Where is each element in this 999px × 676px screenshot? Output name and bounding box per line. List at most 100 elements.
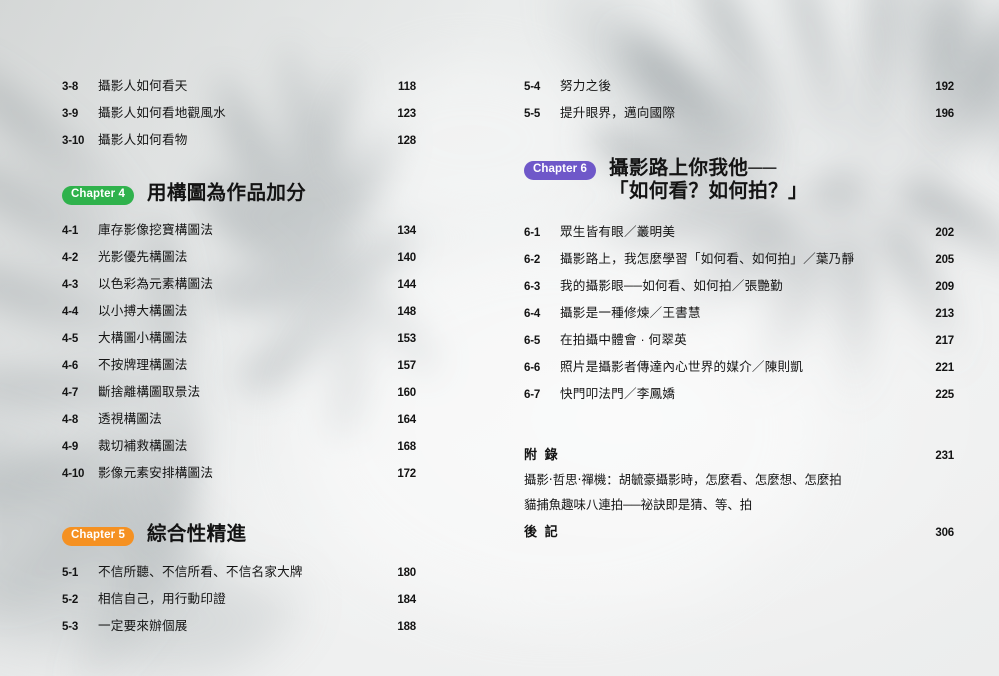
- toc-entry[interactable]: 6-1 眾生皆有眼／叢明美 202: [524, 226, 999, 240]
- entry-number: 4-4: [62, 306, 79, 319]
- appendix-line[interactable]: 貓捕魚趣味八連拍──祕訣即是猜、等、拍: [524, 498, 999, 513]
- appendix-heading-row[interactable]: 附 錄 231: [524, 448, 999, 463]
- entry-number: 5-2: [62, 593, 79, 606]
- appendix-line[interactable]: 攝影‧哲思‧禪機：胡毓豪攝影時，怎麼看、怎麼想、怎麼拍: [524, 474, 999, 487]
- entry-page: 144: [397, 279, 416, 292]
- entry-group-chapter3-continued: 3-8 攝影人如何看天 118 3-9 攝影人如何看地觀風水 123 3-10 …: [62, 80, 500, 148]
- entry-title: 庫存影像挖寶構圖法: [98, 223, 214, 238]
- entry-number: 5-1: [62, 566, 79, 579]
- toc-entry[interactable]: 3-10 攝影人如何看物 128: [62, 134, 500, 148]
- toc-entry[interactable]: 6-3 我的攝影眼──如何看、如何拍／張艷勤 209: [524, 280, 999, 294]
- entry-number: 6-1: [524, 227, 541, 240]
- entry-number: 4-10: [62, 468, 85, 481]
- entry-title: 透視構圖法: [98, 412, 162, 427]
- chapter-heading-5[interactable]: Chapter 5 綜合性精進: [62, 523, 500, 547]
- toc-entry[interactable]: 6-5 在拍攝中體會 · 何翠英 217: [524, 334, 999, 348]
- chapter-badge-4: Chapter 4: [62, 185, 134, 205]
- toc-entry[interactable]: 4-5 大構圖小構圖法 153: [62, 332, 500, 346]
- entry-title: 以小搏大構圖法: [98, 304, 188, 319]
- entry-title: 不按牌理構圖法: [98, 358, 188, 373]
- entry-page: 157: [397, 360, 416, 373]
- entry-title: 在拍攝中體會 · 何翠英: [560, 333, 687, 348]
- toc-entry[interactable]: 4-4 以小搏大構圖法 148: [62, 305, 500, 319]
- toc-entry[interactable]: 4-7 斷捨離構圖取景法 160: [62, 386, 500, 400]
- toc-entry[interactable]: 5-2 相信自己，用行動印證 184: [62, 592, 500, 607]
- chapter-heading-6[interactable]: Chapter 6 攝影路上你我他── 「如何看？如何拍？」: [524, 157, 999, 205]
- appendix-line-text: 貓捕魚趣味八連拍──祕訣即是猜、等、拍: [524, 498, 753, 513]
- entry-page: 160: [397, 387, 416, 400]
- afterword-page: 306: [935, 526, 954, 539]
- entry-title: 裁切補救構圖法: [98, 439, 188, 454]
- entry-title: 光影優先構圖法: [98, 250, 188, 265]
- entry-number: 6-7: [524, 389, 541, 402]
- entry-page: 148: [397, 306, 416, 319]
- toc-entry[interactable]: 4-9 裁切補救構圖法 168: [62, 440, 500, 454]
- entry-number: 4-5: [62, 333, 79, 346]
- chapter-title-6: 攝影路上你我他── 「如何看？如何拍？」: [608, 156, 808, 203]
- entry-title: 斷捨離構圖取景法: [98, 385, 201, 400]
- entry-number: 3-8: [62, 81, 79, 93]
- entry-title: 攝影人如何看天: [98, 79, 188, 93]
- entry-title: 快門叩法門／李鳳嬌: [560, 387, 676, 402]
- toc-content: 3-8 攝影人如何看天 118 3-9 攝影人如何看地觀風水 123 3-10 …: [0, 0, 999, 676]
- entry-page: 188: [397, 620, 416, 633]
- toc-entry[interactable]: 5-4 努力之後 192: [524, 80, 999, 94]
- entry-number: 5-3: [62, 620, 79, 633]
- toc-entry[interactable]: 4-10 影像元素安排構圖法 172: [62, 467, 500, 481]
- afterword-row[interactable]: 後 記 306: [524, 525, 999, 540]
- entry-page: 123: [397, 108, 416, 120]
- entry-number: 5-5: [524, 108, 541, 120]
- entry-number: 4-2: [62, 252, 79, 265]
- entry-page: 128: [397, 135, 416, 147]
- toc-entry[interactable]: 6-6 照片是攝影者傳達內心世界的媒介／陳則凱 221: [524, 361, 999, 375]
- toc-entry[interactable]: 4-1 庫存影像挖寶構圖法 134: [62, 224, 500, 238]
- toc-entry[interactable]: 5-1 不信所聽、不信所看、不信名家大牌 180: [62, 564, 500, 580]
- entry-page: 217: [935, 335, 954, 348]
- toc-entry[interactable]: 5-3 一定要來辦個展 188: [62, 618, 500, 634]
- entry-page: 184: [397, 593, 416, 606]
- entry-number: 4-6: [62, 360, 79, 373]
- toc-entry[interactable]: 4-2 光影優先構圖法 140: [62, 251, 500, 265]
- entry-number: 6-2: [524, 254, 541, 267]
- entry-page: 153: [397, 333, 416, 346]
- toc-entry[interactable]: 4-8 透視構圖法 164: [62, 413, 500, 427]
- entry-title: 攝影是一種修煉／王書慧: [560, 306, 701, 321]
- entry-number: 4-7: [62, 387, 79, 400]
- entry-title: 攝影人如何看物: [98, 133, 188, 147]
- entry-group-chapter4: 4-1 庫存影像挖寶構圖法 134 4-2 光影優先構圖法 140 4-3 以色…: [62, 224, 500, 481]
- entry-title: 努力之後: [560, 79, 612, 93]
- toc-entry[interactable]: 6-4 攝影是一種修煉／王書慧 213: [524, 307, 999, 321]
- entry-title: 大構圖小構圖法: [98, 331, 188, 346]
- chapter-title-4: 用構圖為作品加分: [146, 181, 307, 204]
- toc-page: 3-8 攝影人如何看天 118 3-9 攝影人如何看地觀風水 123 3-10 …: [0, 0, 999, 676]
- toc-right-column: 5-4 努力之後 192 5-5 提升眼界，邁向國際 196 Chapter 6…: [500, 0, 999, 676]
- entry-number: 4-3: [62, 279, 79, 292]
- toc-entry[interactable]: 5-5 提升眼界，邁向國際 196: [524, 107, 999, 121]
- toc-entry[interactable]: 3-8 攝影人如何看天 118: [62, 80, 500, 94]
- entry-title: 照片是攝影者傳達內心世界的媒介／陳則凱: [560, 360, 804, 375]
- toc-entry[interactable]: 4-6 不按牌理構圖法 157: [62, 359, 500, 373]
- entry-title: 攝影路上，我怎麼學習「如何看、如何拍」／葉乃靜: [560, 252, 855, 267]
- entry-group-chapter5-continued: 5-4 努力之後 192 5-5 提升眼界，邁向國際 196: [524, 80, 999, 121]
- toc-left-column: 3-8 攝影人如何看天 118 3-9 攝影人如何看地觀風水 123 3-10 …: [0, 0, 500, 676]
- entry-title: 眾生皆有眼／叢明美: [560, 225, 676, 240]
- entry-number: 6-4: [524, 308, 541, 321]
- toc-entry[interactable]: 6-2 攝影路上，我怎麼學習「如何看、如何拍」／葉乃靜 205: [524, 253, 999, 267]
- entry-page: 225: [935, 389, 954, 402]
- entry-page: 172: [397, 468, 416, 481]
- entry-page: 202: [935, 227, 954, 240]
- afterword-label: 後 記: [524, 523, 560, 539]
- entry-page: 180: [397, 566, 416, 579]
- entry-page: 164: [397, 414, 416, 427]
- entry-page: 140: [397, 252, 416, 265]
- entry-title: 一定要來辦個展: [98, 618, 188, 633]
- entry-title: 不信所聽、不信所看、不信名家大牌: [98, 564, 303, 579]
- entry-page: 209: [935, 281, 954, 294]
- chapter-badge-5: Chapter 5: [62, 526, 134, 547]
- toc-entry[interactable]: 3-9 攝影人如何看地觀風水 123: [62, 107, 500, 121]
- entry-title: 我的攝影眼──如何看、如何拍／張艷勤: [560, 279, 783, 294]
- chapter-heading-4[interactable]: Chapter 4 用構圖為作品加分: [62, 182, 500, 206]
- toc-entry[interactable]: 4-3 以色彩為元素構圖法 144: [62, 278, 500, 292]
- toc-entry[interactable]: 6-7 快門叩法門／李鳳嬌 225: [524, 388, 999, 402]
- entry-title: 以色彩為元素構圖法: [98, 277, 214, 292]
